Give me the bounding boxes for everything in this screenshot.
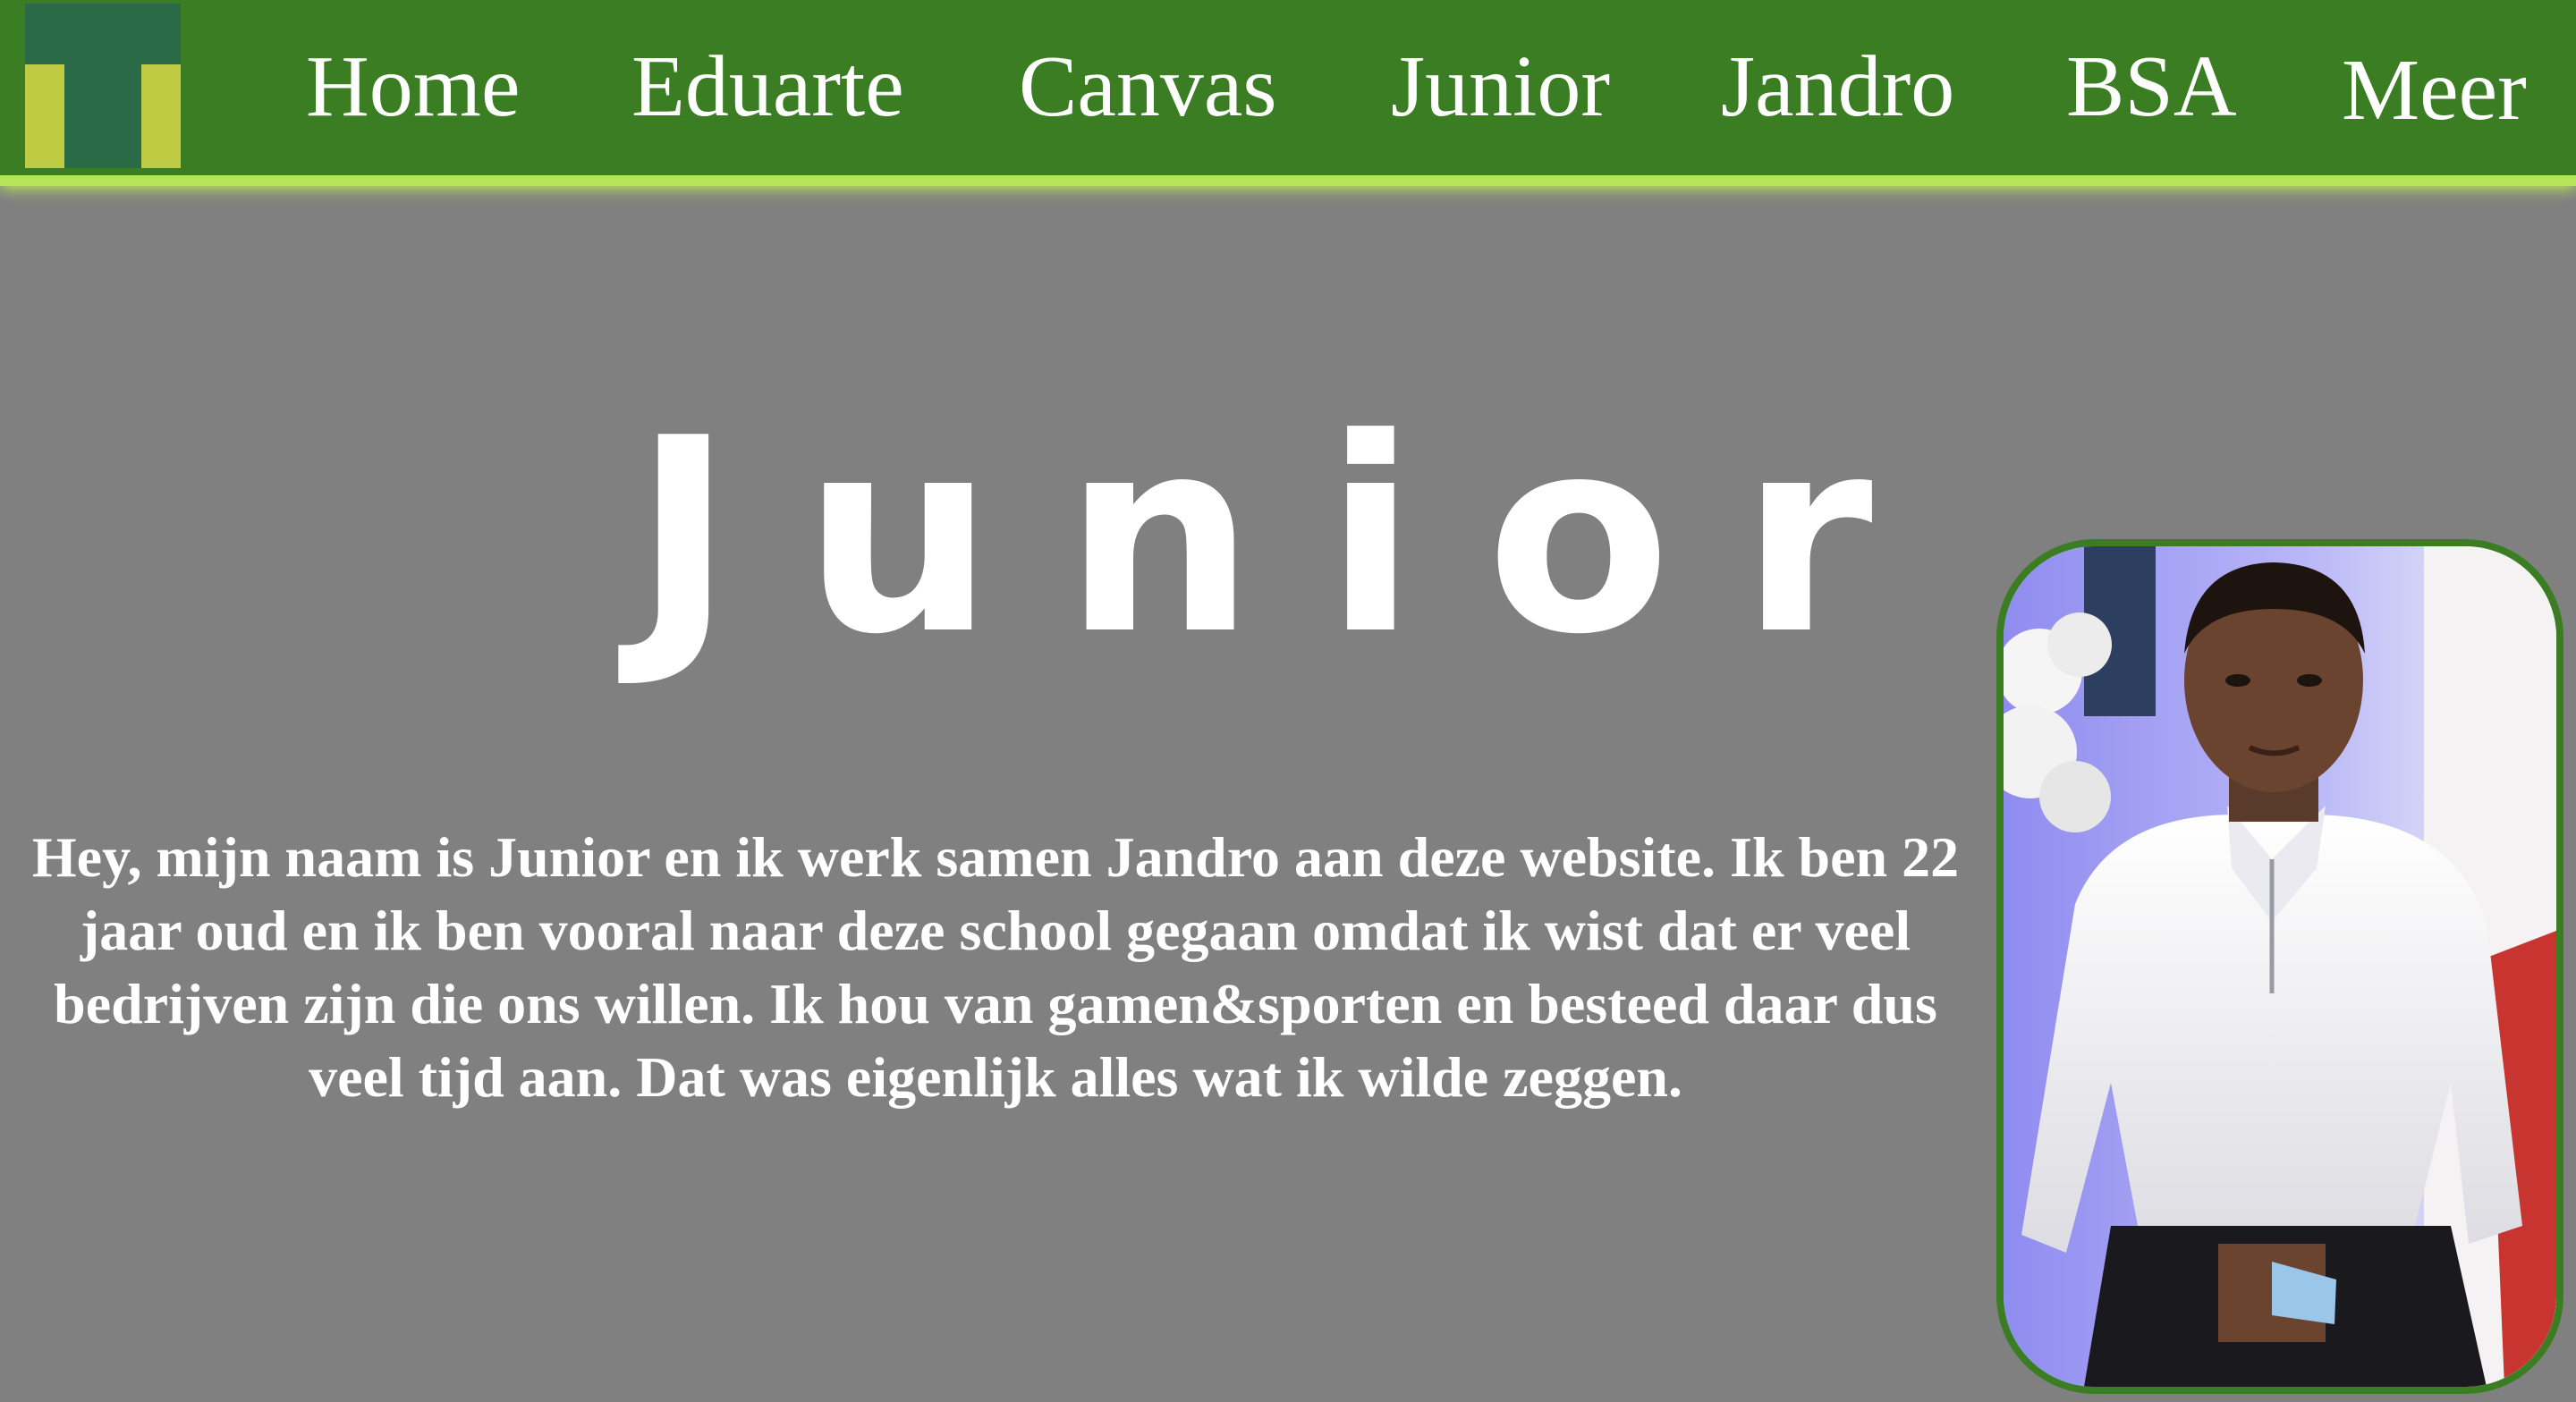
nav-meer[interactable]: Meer	[2342, 46, 2527, 134]
main-navigation: Home Eduarte Canvas Junior Jandro BSA Me…	[268, 0, 2558, 175]
nav-eduarte[interactable]: Eduarte	[631, 43, 904, 131]
person-portrait-icon	[2004, 546, 2556, 1387]
bio-text: Hey, mijn naam is Junior en ik werk same…	[31, 825, 1960, 1109]
t-logo-icon	[25, 4, 181, 168]
nav-home[interactable]: Home	[306, 43, 521, 131]
nav-canvas[interactable]: Canvas	[1019, 43, 1277, 131]
site-logo[interactable]	[25, 4, 181, 168]
nav-jandro[interactable]: Jandro	[1721, 43, 1954, 131]
profile-photo	[1996, 539, 2563, 1394]
nav-bsa[interactable]: BSA	[2066, 43, 2237, 131]
nav-junior[interactable]: Junior	[1391, 43, 1610, 131]
header-bar: Home Eduarte Canvas Junior Jandro BSA Me…	[0, 0, 2576, 186]
